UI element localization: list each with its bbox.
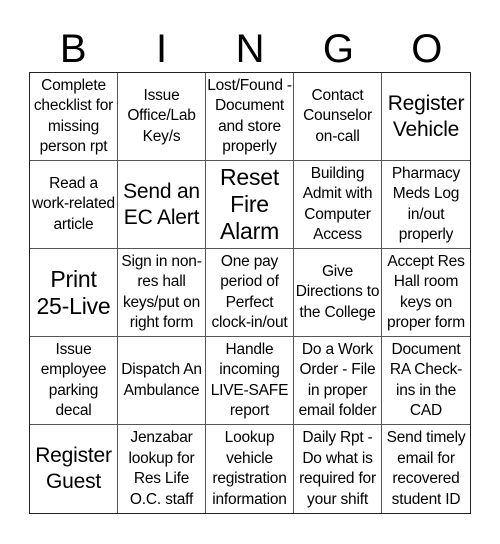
bingo-cell-r2-c3[interactable]: Reset Fire Alarm bbox=[206, 161, 294, 249]
bingo-cell-r3-c2[interactable]: Sign in non-res hall keys/put on right f… bbox=[118, 249, 206, 337]
cell-text: Send timely email for recovered student … bbox=[386, 429, 466, 508]
bingo-card-grid: Complete checklist for missing person rp… bbox=[29, 72, 471, 514]
header-letter-g: G bbox=[322, 27, 354, 71]
bingo-cell-r2-c1[interactable]: Read a work-related article bbox=[30, 161, 118, 249]
bingo-cell-r1-c2[interactable]: Issue Office/Lab Key/s bbox=[118, 73, 206, 161]
cell-text: Reset Fire Alarm bbox=[219, 164, 280, 244]
cell-text: Give Directions to the College bbox=[295, 262, 380, 321]
cell-text: Building Admit with Computer Access bbox=[302, 164, 373, 244]
cell-text: Sign in non-res hall keys/put on right f… bbox=[121, 252, 202, 332]
cell-text: Handle incoming LIVE-SAFE report bbox=[210, 340, 289, 420]
cell-text: Register Vehicle bbox=[387, 91, 465, 141]
bingo-cell-r1-c1[interactable]: Complete checklist for missing person rp… bbox=[30, 73, 118, 161]
bingo-cell-r3-c1[interactable]: Print 25-Live bbox=[30, 249, 118, 337]
cell-text: Complete checklist for missing person rp… bbox=[33, 76, 114, 156]
cell-text: Issue employee parking decal bbox=[40, 340, 107, 420]
cell-text: Do a Work Order - File in proper email f… bbox=[298, 340, 377, 420]
bingo-cell-r1-c5[interactable]: Register Vehicle bbox=[382, 73, 470, 161]
bingo-cell-r5-c2[interactable]: Jenzabar lookup for Res Life O.C. staff bbox=[118, 425, 206, 513]
bingo-cell-r5-c1[interactable]: Register Guest bbox=[30, 425, 118, 513]
bingo-cell-r5-c4[interactable]: Daily Rpt - Do what is required for your… bbox=[294, 425, 382, 513]
cell-text: Contact Counselor on-call bbox=[303, 86, 372, 145]
cell-text: Lost/Found -Document and store properly bbox=[207, 76, 292, 156]
bingo-cell-r1-c3[interactable]: Lost/Found -Document and store properly bbox=[206, 73, 294, 161]
bingo-header: B I N G O bbox=[29, 26, 471, 72]
header-letter-i: I bbox=[156, 27, 168, 71]
bingo-cell-r5-c5[interactable]: Send timely email for recovered student … bbox=[382, 425, 470, 513]
cell-text: Pharmacy Meds Log in/out properly bbox=[391, 164, 461, 244]
bingo-cell-r4-c1[interactable]: Issue employee parking decal bbox=[30, 337, 118, 425]
bingo-cell-r3-c4[interactable]: Give Directions to the College bbox=[294, 249, 382, 337]
bingo-cell-r3-c3[interactable]: One pay period of Perfect clock-in/out bbox=[206, 249, 294, 337]
cell-text: Jenzabar lookup for Res Life O.C. staff bbox=[128, 429, 195, 508]
cell-text: Issue Office/Lab Key/s bbox=[127, 86, 196, 145]
header-letter-n: N bbox=[235, 27, 265, 71]
bingo-cell-r1-c4[interactable]: Contact Counselor on-call bbox=[294, 73, 382, 161]
bingo-cell-r2-c5[interactable]: Pharmacy Meds Log in/out properly bbox=[382, 161, 470, 249]
cell-text: Send an EC Alert bbox=[123, 179, 200, 229]
bingo-cell-r2-c2[interactable]: Send an EC Alert bbox=[118, 161, 206, 249]
bingo-cell-r4-c4[interactable]: Do a Work Order - File in proper email f… bbox=[294, 337, 382, 425]
bingo-cell-r5-c3[interactable]: Lookup vehicle registration information bbox=[206, 425, 294, 513]
cell-text: Lookup vehicle registration information bbox=[212, 429, 287, 508]
header-letter-o: O bbox=[411, 27, 443, 71]
bingo-cell-r4-c5[interactable]: Document RA Check-ins in the CAD bbox=[382, 337, 470, 425]
cell-text: Register Guest bbox=[35, 444, 112, 493]
header-letter-b: B bbox=[59, 27, 87, 71]
cell-text: Document RA Check-ins in the CAD bbox=[389, 340, 463, 420]
cell-text: Dispatch An Ambulance bbox=[121, 361, 202, 399]
cell-text: Accept Res Hall room keys on proper form bbox=[387, 252, 465, 332]
cell-text: Read a work-related article bbox=[32, 174, 115, 233]
bingo-cell-r2-c4[interactable]: Building Admit with Computer Access bbox=[294, 161, 382, 249]
cell-text: Print 25-Live bbox=[36, 265, 111, 319]
bingo-cell-r4-c2[interactable]: Dispatch An Ambulance bbox=[118, 337, 206, 425]
cell-text: Daily Rpt - Do what is required for your… bbox=[299, 429, 376, 508]
cell-text: One pay period of Perfect clock-in/out bbox=[211, 252, 288, 332]
bingo-cell-r4-c3[interactable]: Handle incoming LIVE-SAFE report bbox=[206, 337, 294, 425]
bingo-cell-r3-c5[interactable]: Accept Res Hall room keys on proper form bbox=[382, 249, 470, 337]
